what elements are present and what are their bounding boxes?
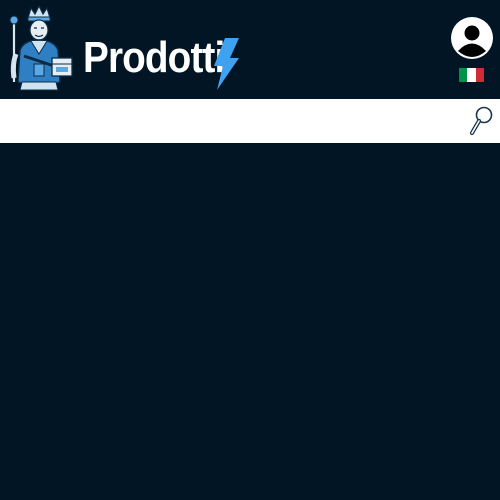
magnifier-icon[interactable] — [468, 104, 496, 138]
search-bar — [0, 99, 500, 143]
search-input[interactable] — [0, 99, 462, 143]
main-content-area — [0, 143, 500, 500]
brand-title[interactable]: Prodotti — [83, 28, 225, 88]
italian-flag-icon[interactable] — [459, 68, 484, 82]
flag-white-band — [467, 68, 476, 82]
user-avatar-icon[interactable] — [450, 16, 494, 60]
lightning-bolt-icon — [211, 38, 241, 90]
app-header: Prodotti — [0, 0, 500, 99]
flag-red-band — [475, 68, 484, 82]
flag-green-band — [459, 68, 468, 82]
king-mascot-logo-icon[interactable] — [4, 4, 74, 92]
